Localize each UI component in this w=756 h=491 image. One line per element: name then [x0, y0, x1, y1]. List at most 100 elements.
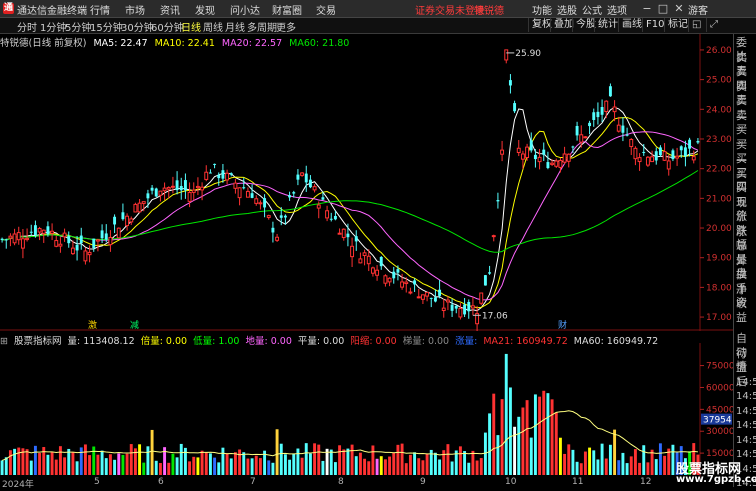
tab-30min[interactable]: 30分钟 [121, 19, 154, 34]
volume-bar [150, 429, 154, 475]
volume-bar [508, 387, 512, 475]
price-tick: 24.00 [706, 105, 732, 115]
app-title: 通达信金融终端 [17, 6, 87, 17]
tab-daily[interactable]: 日线 [181, 19, 201, 34]
price-tick: 20.00 [706, 224, 732, 234]
menu-faxian[interactable]: 发现 [195, 2, 215, 17]
volume-bar [321, 460, 325, 475]
event-tag[interactable]: 财 [558, 319, 567, 331]
volume-bar [588, 447, 592, 475]
tab-monthly[interactable]: 月线 [225, 19, 245, 34]
candle [125, 213, 130, 231]
volume-bar [121, 454, 125, 475]
candle [113, 214, 117, 234]
volume-bar [108, 454, 112, 475]
volume-bar [421, 460, 425, 475]
volume-bar [229, 458, 233, 475]
volume-bar [8, 450, 12, 475]
tab-1min[interactable]: 1分钟 [40, 19, 66, 34]
trade-tick-time: 14:50 [736, 405, 756, 417]
volume-bar [246, 458, 250, 475]
volume-bar [529, 437, 533, 475]
candle [566, 153, 571, 168]
minimize-icon[interactable]: − [640, 2, 654, 15]
maximize-icon[interactable]: □ [656, 2, 670, 15]
volume-bar [617, 460, 621, 475]
candle [154, 187, 158, 198]
volume-bar [446, 444, 450, 475]
event-tag[interactable]: 减 [130, 319, 139, 331]
volume-chart[interactable]: 750006000045000300001500037954 [0, 343, 733, 477]
tab-5min[interactable]: 5分钟 [65, 19, 91, 34]
menu-xuanxiang[interactable]: 选项 [607, 2, 627, 17]
menu-wenxiaoda[interactable]: 问小达 [230, 2, 260, 17]
tab-weekly[interactable]: 周线 [203, 19, 223, 34]
volume-marker-label: 37954 [703, 416, 732, 426]
menu-gongneng[interactable]: 功能 [532, 2, 552, 17]
candle [271, 221, 275, 243]
candle [600, 99, 604, 123]
kline-chart[interactable]: 26.00 25.00 24.00 23.00 22.00 21.00 20.00 19.00… [0, 34, 733, 331]
volume-tick: 60000 [706, 383, 733, 393]
volume-bar [142, 462, 146, 475]
close-icon[interactable]: ✕ [672, 2, 686, 15]
menu-caifuquan[interactable]: 财富圈 [272, 2, 302, 17]
menu-jiaoyi[interactable]: 交易 [316, 2, 336, 17]
volume-bar [79, 447, 83, 475]
menu-xuangu[interactable]: 选股 [557, 2, 577, 17]
date-axis: 2024年 5 6 7 8 9 10 11 12 [0, 477, 733, 490]
candle [588, 120, 592, 135]
volume-bar [192, 456, 196, 475]
ma-legend: 特锐德(日线 前复权) MA5: 22.47 MA10: 22.41 MA20:… [0, 35, 353, 49]
menu-gongshi[interactable]: 公式 [582, 2, 602, 17]
guest-login[interactable]: 游客 [688, 2, 708, 17]
volume-bar [100, 450, 104, 475]
candle [645, 156, 650, 167]
price-tick: 22.00 [706, 165, 732, 175]
fullscreen-icon[interactable]: ⤢ [706, 18, 721, 32]
candle [479, 292, 484, 306]
volume-bar [296, 448, 300, 475]
volume-bar [363, 458, 367, 475]
volume-bar [350, 444, 354, 475]
menu-shichang[interactable]: 市场 [125, 2, 145, 17]
candle [558, 157, 563, 173]
candle [341, 228, 346, 241]
candle [658, 145, 662, 157]
price-tick: 26.00 [706, 46, 732, 56]
tab-more[interactable]: 更多 [276, 19, 296, 34]
volume-bar [13, 448, 17, 475]
volume-bar [542, 390, 546, 475]
tool-biaoji[interactable]: 标记 [664, 18, 691, 32]
tool-tongji[interactable]: 统计 [594, 18, 621, 32]
candle [296, 169, 300, 186]
volume-bar [342, 449, 346, 475]
menu-hangqing[interactable]: 行情 [90, 2, 110, 17]
menu-zixun[interactable]: 资讯 [160, 2, 180, 17]
volume-bar [338, 445, 342, 475]
candle [483, 274, 487, 286]
candle [608, 83, 612, 97]
candle [375, 265, 380, 281]
candle [266, 214, 271, 220]
candle [325, 205, 330, 222]
event-tag[interactable]: 激 [88, 319, 97, 331]
volume-bar [113, 459, 117, 475]
tab-fenshi[interactable]: 分时 [17, 19, 37, 34]
candle [616, 116, 621, 133]
candle [546, 151, 550, 170]
chart-title: 特锐德(日线 前复权) [0, 38, 87, 49]
tab-multi-period[interactable]: 多周期 [247, 19, 277, 34]
volume-bar [71, 452, 75, 475]
volume-bar [663, 455, 667, 475]
volume-bar [400, 443, 404, 475]
candle [116, 227, 121, 239]
candle [79, 227, 83, 250]
window-restore-icon[interactable]: ◱ [688, 18, 704, 32]
volume-bar [317, 444, 321, 475]
tab-15min[interactable]: 15分钟 [90, 19, 123, 34]
tool-huaxian[interactable]: 画线 [618, 18, 645, 32]
volume-bar [571, 449, 575, 475]
tab-60min[interactable]: 60分钟 [151, 19, 184, 34]
candle [350, 237, 355, 267]
